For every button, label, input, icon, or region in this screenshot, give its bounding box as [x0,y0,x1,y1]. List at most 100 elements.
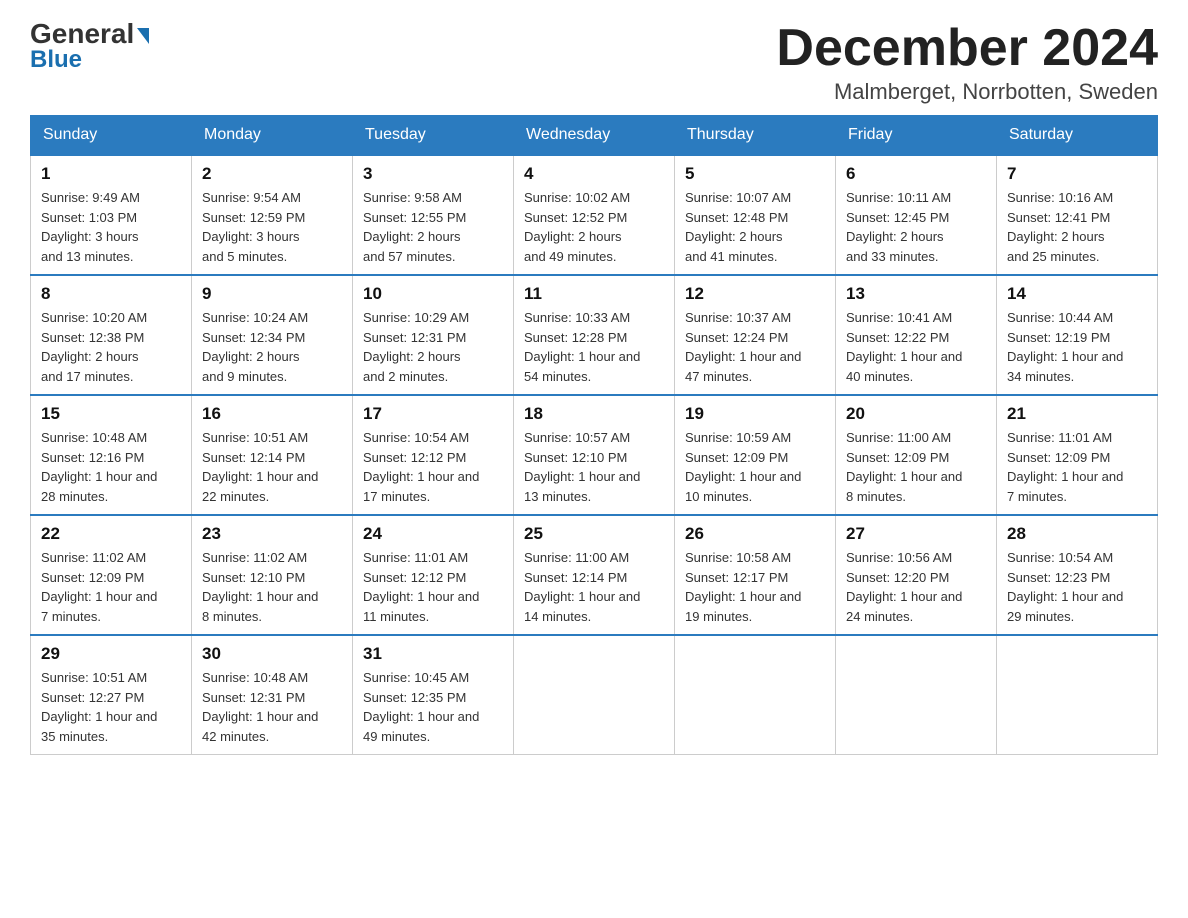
calendar-cell: 6 Sunrise: 10:11 AM Sunset: 12:45 PM Dayl… [836,155,997,275]
calendar-cell: 17 Sunrise: 10:54 AM Sunset: 12:12 PM Day… [353,395,514,515]
day-info: Sunrise: 10:58 AM Sunset: 12:17 PM Dayli… [685,548,825,626]
calendar-cell: 20 Sunrise: 11:00 AM Sunset: 12:09 PM Day… [836,395,997,515]
day-number: 8 [41,284,181,304]
weekday-header-friday: Friday [836,116,997,156]
calendar-cell [675,635,836,755]
day-number: 21 [1007,404,1147,424]
calendar-cell: 10 Sunrise: 10:29 AM Sunset: 12:31 PM Day… [353,275,514,395]
calendar-cell: 28 Sunrise: 10:54 AM Sunset: 12:23 PM Day… [997,515,1158,635]
calendar-cell: 5 Sunrise: 10:07 AM Sunset: 12:48 PM Dayl… [675,155,836,275]
day-number: 11 [524,284,664,304]
day-number: 3 [363,164,503,184]
calendar-cell: 25 Sunrise: 11:00 AM Sunset: 12:14 PM Day… [514,515,675,635]
calendar-cell [836,635,997,755]
calendar-cell: 11 Sunrise: 10:33 AM Sunset: 12:28 PM Day… [514,275,675,395]
day-number: 6 [846,164,986,184]
day-info: Sunrise: 10:24 AM Sunset: 12:34 PM Dayli… [202,308,342,386]
day-info: Sunrise: 10:07 AM Sunset: 12:48 PM Dayli… [685,188,825,266]
title-block: December 2024 Malmberget, Norrbotten, Sw… [776,20,1158,105]
day-info: Sunrise: 10:29 AM Sunset: 12:31 PM Dayli… [363,308,503,386]
day-info: Sunrise: 10:33 AM Sunset: 12:28 PM Dayli… [524,308,664,386]
calendar-cell: 2Sunrise: 9:54 AM Sunset: 12:59 PM Dayli… [192,155,353,275]
week-row-1: 1 Sunrise: 9:49 AM Sunset: 1:03 PM Daylig… [31,155,1158,275]
day-info: Sunrise: 10:54 AM Sunset: 12:23 PM Dayli… [1007,548,1147,626]
calendar-cell: 13 Sunrise: 10:41 AM Sunset: 12:22 PM Day… [836,275,997,395]
day-number: 4 [524,164,664,184]
calendar-cell: 16Sunrise: 10:51 AM Sunset: 12:14 PM Day… [192,395,353,515]
calendar-cell: 29 Sunrise: 10:51 AM Sunset: 12:27 PM Day… [31,635,192,755]
month-title: December 2024 [776,20,1158,77]
day-info: Sunrise: 10:44 AM Sunset: 12:19 PM Dayli… [1007,308,1147,386]
calendar-cell: 8 Sunrise: 10:20 AM Sunset: 12:38 PM Dayl… [31,275,192,395]
day-info: Sunrise: 11:00 AM Sunset: 12:09 PM Dayli… [846,428,986,506]
calendar-cell: 3 Sunrise: 9:58 AM Sunset: 12:55 PM Dayli… [353,155,514,275]
day-info: Sunrise: 10:54 AM Sunset: 12:12 PM Dayli… [363,428,503,506]
day-info: Sunrise: 11:00 AM Sunset: 12:14 PM Dayli… [524,548,664,626]
day-info: Sunrise: 10:59 AM Sunset: 12:09 PM Dayli… [685,428,825,506]
day-number: 29 [41,644,181,664]
calendar-cell: 7 Sunrise: 10:16 AM Sunset: 12:41 PM Dayl… [997,155,1158,275]
day-info: Sunrise: 10:48 AM Sunset: 12:16 PM Dayli… [41,428,181,506]
day-info: Sunrise: 10:45 AM Sunset: 12:35 PM Dayli… [363,668,503,746]
page-header: General Blue December 2024 Malmberget, N… [30,20,1158,105]
day-number: 5 [685,164,825,184]
day-number: 18 [524,404,664,424]
day-info: Sunrise: 10:51 AM Sunset: 12:27 PM Dayli… [41,668,181,746]
weekday-header-saturday: Saturday [997,116,1158,156]
week-row-4: 22Sunrise: 11:02 AM Sunset: 12:09 PM Day… [31,515,1158,635]
calendar-cell: 21 Sunrise: 11:01 AM Sunset: 12:09 PM Day… [997,395,1158,515]
day-info: Sunrise: 11:02 AM Sunset: 12:10 PM Dayli… [202,548,342,626]
day-number: 26 [685,524,825,544]
calendar-cell: 9Sunrise: 10:24 AM Sunset: 12:34 PM Dayl… [192,275,353,395]
weekday-header-sunday: Sunday [31,116,192,156]
calendar-cell: 19 Sunrise: 10:59 AM Sunset: 12:09 PM Day… [675,395,836,515]
day-info: Sunrise: 10:41 AM Sunset: 12:22 PM Dayli… [846,308,986,386]
day-info: Sunrise: 10:37 AM Sunset: 12:24 PM Dayli… [685,308,825,386]
day-number: 25 [524,524,664,544]
calendar-cell: 18 Sunrise: 10:57 AM Sunset: 12:10 PM Day… [514,395,675,515]
calendar-cell: 26 Sunrise: 10:58 AM Sunset: 12:17 PM Day… [675,515,836,635]
day-info: Sunrise: 9:58 AM Sunset: 12:55 PM Daylig… [363,188,503,266]
day-info: Sunrise: 10:57 AM Sunset: 12:10 PM Dayli… [524,428,664,506]
day-number: 28 [1007,524,1147,544]
calendar-cell: 1 Sunrise: 9:49 AM Sunset: 1:03 PM Daylig… [31,155,192,275]
logo: General Blue [30,20,149,74]
day-number: 10 [363,284,503,304]
day-number: 27 [846,524,986,544]
week-row-3: 15Sunrise: 10:48 AM Sunset: 12:16 PM Day… [31,395,1158,515]
day-info: Sunrise: 9:54 AM Sunset: 12:59 PM Daylig… [202,188,342,266]
weekday-header-tuesday: Tuesday [353,116,514,156]
day-number: 31 [363,644,503,664]
day-info: Sunrise: 11:01 AM Sunset: 12:09 PM Dayli… [1007,428,1147,506]
day-number: 30 [202,644,342,664]
logo-line1: General [30,20,149,48]
day-number: 23 [202,524,342,544]
weekday-header-wednesday: Wednesday [514,116,675,156]
day-number: 12 [685,284,825,304]
day-info: Sunrise: 11:01 AM Sunset: 12:12 PM Dayli… [363,548,503,626]
day-number: 20 [846,404,986,424]
day-number: 13 [846,284,986,304]
day-number: 17 [363,404,503,424]
day-number: 24 [363,524,503,544]
calendar-cell: 24 Sunrise: 11:01 AM Sunset: 12:12 PM Day… [353,515,514,635]
calendar-table: SundayMondayTuesdayWednesdayThursdayFrid… [30,115,1158,755]
week-row-5: 29 Sunrise: 10:51 AM Sunset: 12:27 PM Day… [31,635,1158,755]
location: Malmberget, Norrbotten, Sweden [776,79,1158,105]
calendar-cell [997,635,1158,755]
weekday-header-monday: Monday [192,116,353,156]
day-info: Sunrise: 10:16 AM Sunset: 12:41 PM Dayli… [1007,188,1147,266]
calendar-cell: 30 Sunrise: 10:48 AM Sunset: 12:31 PM Day… [192,635,353,755]
day-info: Sunrise: 9:49 AM Sunset: 1:03 PM Dayligh… [41,188,181,266]
calendar-cell: 4Sunrise: 10:02 AM Sunset: 12:52 PM Dayl… [514,155,675,275]
weekday-header-row: SundayMondayTuesdayWednesdayThursdayFrid… [31,116,1158,156]
day-info: Sunrise: 10:20 AM Sunset: 12:38 PM Dayli… [41,308,181,386]
day-number: 7 [1007,164,1147,184]
calendar-cell: 14Sunrise: 10:44 AM Sunset: 12:19 PM Day… [997,275,1158,395]
day-number: 19 [685,404,825,424]
day-info: Sunrise: 10:48 AM Sunset: 12:31 PM Dayli… [202,668,342,746]
calendar-cell: 15Sunrise: 10:48 AM Sunset: 12:16 PM Day… [31,395,192,515]
day-info: Sunrise: 10:11 AM Sunset: 12:45 PM Dayli… [846,188,986,266]
day-number: 1 [41,164,181,184]
day-number: 16 [202,404,342,424]
